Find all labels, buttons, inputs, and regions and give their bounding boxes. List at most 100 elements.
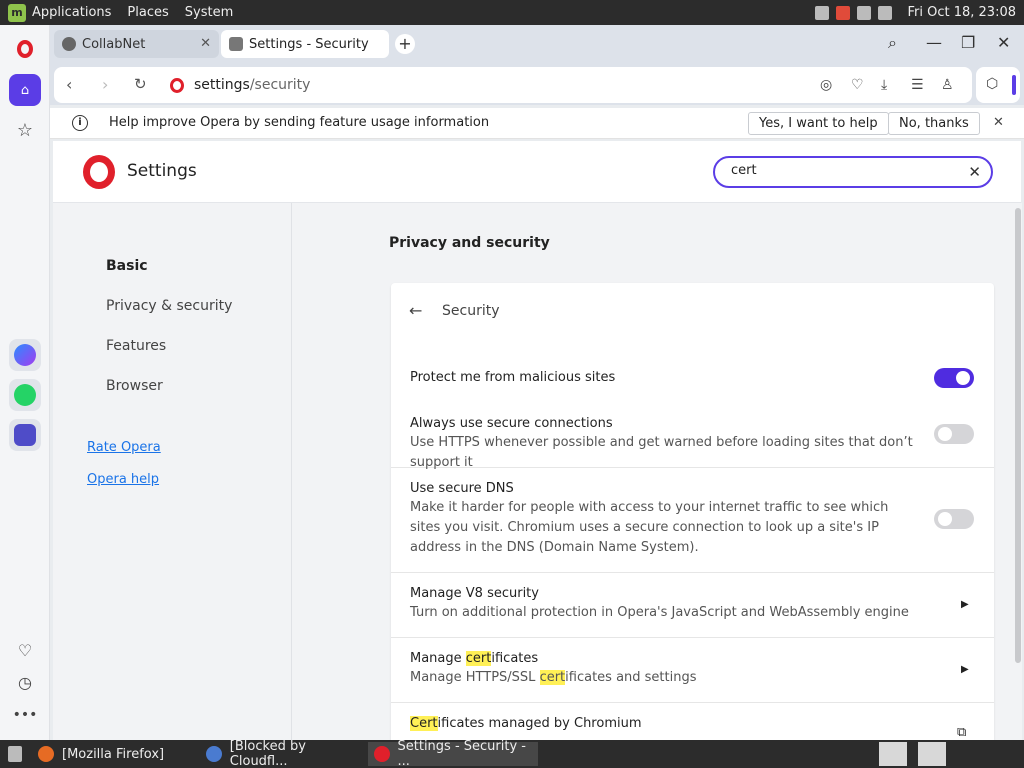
show-desktop-icon[interactable] xyxy=(2,742,30,766)
home-icon[interactable]: ⌂ xyxy=(9,74,41,106)
reload-icon[interactable]: ↻ xyxy=(134,75,147,93)
more-icon[interactable]: ••• xyxy=(9,699,41,731)
chevron-right-icon: ▶ xyxy=(961,599,969,610)
nav-basic[interactable]: Basic xyxy=(106,258,148,274)
opera-icon xyxy=(374,746,390,762)
row-chromium-certificates[interactable]: Certificates managed by Chromium ⧉ xyxy=(391,703,994,740)
nav-privacy-security[interactable]: Privacy & security xyxy=(106,298,232,314)
heart-icon[interactable]: ♡ xyxy=(851,77,864,93)
opera-help-link[interactable]: Opera help xyxy=(87,472,159,487)
firefox-icon xyxy=(38,746,54,762)
row-v8-security[interactable]: Manage V8 security Turn on additional pr… xyxy=(391,573,994,638)
maximize-icon[interactable]: ❐ xyxy=(961,33,975,52)
row-title: Protect me from malicious sites xyxy=(410,370,616,385)
tab-bar: CollabNet ✕ Settings - Security + ⌕ — ❐ … xyxy=(50,25,1024,65)
rate-opera-link[interactable]: Rate Opera xyxy=(87,440,161,455)
no-thanks-button[interactable]: No, thanks xyxy=(888,112,980,135)
close-tab-icon[interactable]: ✕ xyxy=(200,36,211,51)
heart-icon[interactable]: ♡ xyxy=(9,634,41,666)
url-text[interactable]: settings/security xyxy=(194,77,310,93)
scrollbar-thumb[interactable] xyxy=(1015,208,1021,663)
new-tab-button[interactable]: + xyxy=(395,34,415,54)
clear-search-icon[interactable]: ✕ xyxy=(968,163,981,181)
row-title: Manage certificates xyxy=(410,651,539,666)
close-infobar-icon[interactable]: ✕ xyxy=(993,115,1004,130)
secure-dns-toggle[interactable] xyxy=(934,509,974,529)
search-input[interactable] xyxy=(731,163,951,178)
menu-places[interactable]: Places xyxy=(127,5,168,20)
system-tray: Fri Oct 18, 23:08 xyxy=(815,0,1024,25)
security-card: ← Security Protect me from malicious sit… xyxy=(391,283,994,740)
alert-icon[interactable] xyxy=(836,5,851,20)
opera-menu-icon[interactable] xyxy=(9,33,41,65)
row-description: Turn on additional protection in Opera's… xyxy=(410,605,909,620)
volume-icon[interactable] xyxy=(878,5,893,20)
row-title: Use secure DNS xyxy=(410,481,514,496)
whatsapp-icon[interactable] xyxy=(9,379,41,411)
row-description: Manage HTTPS/SSL certificates and settin… xyxy=(410,670,697,685)
camera-icon[interactable]: ◎ xyxy=(820,77,832,93)
secure-connections-toggle[interactable] xyxy=(934,424,974,444)
back-icon[interactable]: ‹ xyxy=(66,75,72,94)
row-title: Certificates managed by Chromium xyxy=(410,716,642,731)
menu-system[interactable]: System xyxy=(185,5,233,20)
sidebar-indicator xyxy=(1012,75,1016,95)
tab-settings-security[interactable]: Settings - Security xyxy=(221,30,389,58)
opera-sidebar: ⌂ ☆ ♡ ◷ ••• xyxy=(0,25,50,740)
menu-applications[interactable]: Applications xyxy=(32,5,111,20)
taskbar: [Mozilla Firefox] [Blocked by Cloudfl...… xyxy=(0,739,1024,768)
messenger-icon[interactable] xyxy=(9,339,41,371)
row-description: Use HTTPS whenever possible and get warn… xyxy=(410,435,913,470)
nav-features[interactable]: Features xyxy=(106,338,166,354)
page-scrollbar[interactable] xyxy=(1014,203,1022,740)
nav-browser[interactable]: Browser xyxy=(106,378,163,394)
address-bar[interactable]: ‹ › ↻ settings/security ◎ ♡ ⤓ ☰ ♙ xyxy=(54,67,972,103)
section-title: Privacy and security xyxy=(389,235,550,251)
forward-icon[interactable]: › xyxy=(102,75,108,94)
mint-menu-icon[interactable]: m xyxy=(8,3,26,22)
open-external-icon[interactable]: ⧉ xyxy=(957,725,966,740)
clock[interactable]: Fri Oct 18, 23:08 xyxy=(907,5,1016,20)
row-manage-certificates[interactable]: Manage certificates Manage HTTPS/SSL cer… xyxy=(391,638,994,703)
extensions-area: ⬡ xyxy=(976,67,1020,103)
download-icon[interactable]: ⤓ xyxy=(881,77,887,93)
malicious-sites-toggle[interactable] xyxy=(934,368,974,388)
taskbar-cloudflare[interactable]: [Blocked by Cloudfl... xyxy=(200,739,366,768)
address-bar-row: ‹ › ↻ settings/security ◎ ♡ ⤓ ☰ ♙ ⬡ xyxy=(50,65,1024,105)
chevron-right-icon: ▶ xyxy=(961,664,969,675)
close-window-icon[interactable]: ✕ xyxy=(997,33,1010,52)
row-title: Manage V8 security xyxy=(410,586,539,601)
bookmarks-star-icon[interactable]: ☆ xyxy=(9,114,41,146)
search-tabs-icon[interactable]: ⌕ xyxy=(888,33,897,53)
infobar-message: Help improve Opera by sending feature us… xyxy=(109,115,490,130)
opera-page-icon xyxy=(170,78,184,93)
extensions-cube-icon[interactable]: ⬡ xyxy=(986,76,998,92)
workspace-shield-icon[interactable] xyxy=(918,742,946,766)
page-title: Settings xyxy=(127,161,197,181)
taskbar-opera-settings[interactable]: Settings - Security - ... xyxy=(368,739,538,768)
row-malicious-sites[interactable]: Protect me from malicious sites xyxy=(391,358,994,398)
row-secure-connections[interactable]: Always use secure connections Use HTTPS … xyxy=(391,403,994,470)
yes-help-button[interactable]: Yes, I want to help xyxy=(748,112,889,135)
chromium-icon xyxy=(206,746,222,762)
account-icon[interactable]: ♙ xyxy=(941,77,954,93)
settings-search[interactable]: ✕ xyxy=(713,156,993,188)
row-description: Make it harder for people with access to… xyxy=(410,500,889,555)
music-player-icon[interactable] xyxy=(9,419,41,451)
tab-collabnet[interactable]: CollabNet ✕ xyxy=(54,30,219,58)
workspace-opera-icon[interactable] xyxy=(879,742,907,766)
gear-icon xyxy=(229,37,243,51)
row-secure-dns[interactable]: Use secure DNS Make it harder for people… xyxy=(391,468,994,573)
tab-title: Settings - Security xyxy=(249,36,369,52)
back-arrow-icon[interactable]: ← xyxy=(409,301,422,320)
minimize-icon[interactable]: — xyxy=(926,33,942,52)
feature-usage-infobar: i Help improve Opera by sending feature … xyxy=(50,108,1024,139)
card-title: Security xyxy=(442,303,500,319)
shield-icon[interactable] xyxy=(857,5,872,20)
info-icon: i xyxy=(72,115,88,131)
history-clock-icon[interactable]: ◷ xyxy=(9,666,41,698)
easy-setup-icon[interactable]: ☰ xyxy=(911,77,924,93)
network-icon[interactable] xyxy=(815,5,830,20)
row-title: Always use secure connections xyxy=(410,416,613,431)
taskbar-firefox[interactable]: [Mozilla Firefox] xyxy=(32,742,192,766)
